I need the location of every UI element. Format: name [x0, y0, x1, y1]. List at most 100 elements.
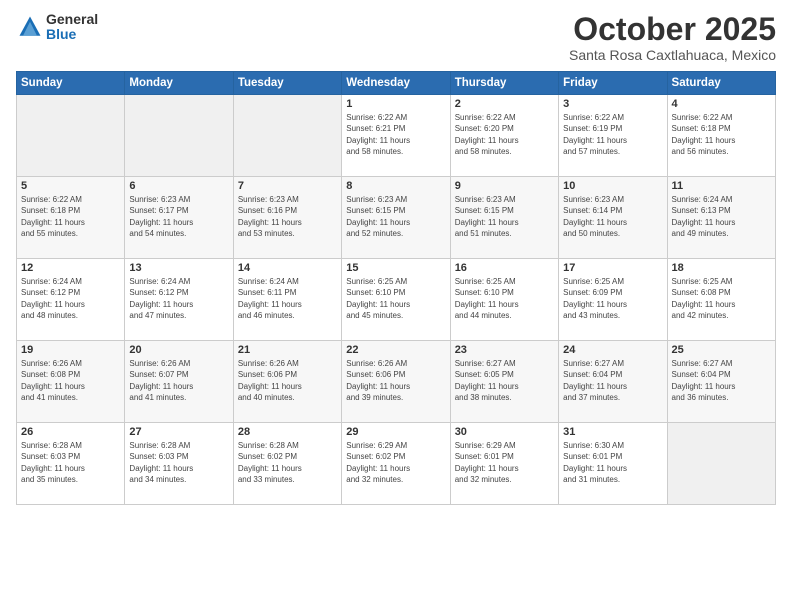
day-info: Sunrise: 6:28 AM Sunset: 6:02 PM Dayligh…: [238, 440, 337, 485]
day-info: Sunrise: 6:24 AM Sunset: 6:12 PM Dayligh…: [21, 276, 120, 321]
header-saturday: Saturday: [667, 72, 775, 95]
day-info: Sunrise: 6:29 AM Sunset: 6:01 PM Dayligh…: [455, 440, 554, 485]
calendar-cell: 1 Sunrise: 6:22 AM Sunset: 6:21 PM Daylig…: [342, 95, 450, 177]
calendar-cell: 13Sunrise: 6:24 AM Sunset: 6:12 PM Dayli…: [125, 259, 233, 341]
calendar-cell: 2Sunrise: 6:22 AM Sunset: 6:20 PM Daylig…: [450, 95, 558, 177]
month-title: October 2025: [569, 12, 776, 47]
calendar-cell: 26 Sunrise: 6:28 AM Sunset: 6:03 PM Dayli…: [17, 423, 125, 505]
day-number: 25: [672, 344, 771, 356]
day-number: 11: [672, 180, 771, 192]
day-info: Sunrise: 6:30 AM Sunset: 6:01 PM Dayligh…: [563, 440, 662, 485]
day-number: 14: [238, 262, 337, 274]
calendar-cell: 14 Sunrise: 6:24 AM Sunset: 6:11 PM Dayli…: [233, 259, 341, 341]
calendar-cell: 12 Sunrise: 6:24 AM Sunset: 6:12 PM Dayli…: [17, 259, 125, 341]
calendar-cell: 16Sunrise: 6:25 AM Sunset: 6:10 PM Dayli…: [450, 259, 558, 341]
day-number: 26: [21, 426, 120, 438]
day-number: 9: [455, 180, 554, 192]
logo: General Blue: [16, 12, 98, 43]
calendar-cell: 23Sunrise: 6:27 AM Sunset: 6:05 PM Dayli…: [450, 341, 558, 423]
day-info: Sunrise: 6:25 AM Sunset: 6:10 PM Dayligh…: [346, 276, 445, 321]
day-number: 29: [346, 426, 445, 438]
day-info: Sunrise: 6:25 AM Sunset: 6:09 PM Dayligh…: [563, 276, 662, 321]
day-number: 2: [455, 98, 554, 110]
calendar-cell: 30 Sunrise: 6:29 AM Sunset: 6:01 PM Dayli…: [450, 423, 558, 505]
day-info: Sunrise: 6:26 AM Sunset: 6:08 PM Dayligh…: [21, 358, 120, 403]
day-info: Sunrise: 6:28 AM Sunset: 6:03 PM Dayligh…: [21, 440, 120, 485]
calendar-cell: [667, 423, 775, 505]
logo-icon: [16, 13, 44, 41]
day-number: 28: [238, 426, 337, 438]
calendar-week-1: 1 Sunrise: 6:22 AM Sunset: 6:21 PM Daylig…: [17, 95, 776, 177]
day-number: 1: [346, 98, 445, 110]
day-info: Sunrise: 6:22 AM Sunset: 6:21 PM Dayligh…: [346, 112, 445, 157]
calendar-cell: 28 Sunrise: 6:28 AM Sunset: 6:02 PM Dayli…: [233, 423, 341, 505]
calendar-cell: 5 Sunrise: 6:22 AM Sunset: 6:18 PM Daylig…: [17, 177, 125, 259]
calendar-cell: 8 Sunrise: 6:23 AM Sunset: 6:15 PM Daylig…: [342, 177, 450, 259]
day-number: 22: [346, 344, 445, 356]
logo-blue-text: Blue: [46, 27, 98, 42]
calendar-cell: 4 Sunrise: 6:22 AM Sunset: 6:18 PM Daylig…: [667, 95, 775, 177]
day-info: Sunrise: 6:24 AM Sunset: 6:12 PM Dayligh…: [129, 276, 228, 321]
day-number: 19: [21, 344, 120, 356]
day-info: Sunrise: 6:27 AM Sunset: 6:04 PM Dayligh…: [563, 358, 662, 403]
day-info: Sunrise: 6:22 AM Sunset: 6:19 PM Dayligh…: [563, 112, 662, 157]
calendar-cell: 6Sunrise: 6:23 AM Sunset: 6:17 PM Daylig…: [125, 177, 233, 259]
calendar-cell: 7 Sunrise: 6:23 AM Sunset: 6:16 PM Daylig…: [233, 177, 341, 259]
day-info: Sunrise: 6:23 AM Sunset: 6:15 PM Dayligh…: [346, 194, 445, 239]
header-thursday: Thursday: [450, 72, 558, 95]
header-wednesday: Wednesday: [342, 72, 450, 95]
calendar-week-3: 12 Sunrise: 6:24 AM Sunset: 6:12 PM Dayli…: [17, 259, 776, 341]
day-number: 8: [346, 180, 445, 192]
calendar-cell: 29 Sunrise: 6:29 AM Sunset: 6:02 PM Dayli…: [342, 423, 450, 505]
calendar-cell: 24 Sunrise: 6:27 AM Sunset: 6:04 PM Dayli…: [559, 341, 667, 423]
calendar-cell: 15 Sunrise: 6:25 AM Sunset: 6:10 PM Dayli…: [342, 259, 450, 341]
title-block: October 2025 Santa Rosa Caxtlahuaca, Mex…: [569, 12, 776, 63]
calendar-cell: 22 Sunrise: 6:26 AM Sunset: 6:06 PM Dayli…: [342, 341, 450, 423]
day-info: Sunrise: 6:26 AM Sunset: 6:06 PM Dayligh…: [346, 358, 445, 403]
day-info: Sunrise: 6:29 AM Sunset: 6:02 PM Dayligh…: [346, 440, 445, 485]
day-info: Sunrise: 6:25 AM Sunset: 6:10 PM Dayligh…: [455, 276, 554, 321]
day-info: Sunrise: 6:22 AM Sunset: 6:18 PM Dayligh…: [672, 112, 771, 157]
header-friday: Friday: [559, 72, 667, 95]
day-number: 27: [129, 426, 228, 438]
logo-general-text: General: [46, 12, 98, 27]
day-number: 15: [346, 262, 445, 274]
page: General Blue October 2025 Santa Rosa Cax…: [0, 0, 792, 612]
day-number: 10: [563, 180, 662, 192]
day-info: Sunrise: 6:24 AM Sunset: 6:13 PM Dayligh…: [672, 194, 771, 239]
header-tuesday: Tuesday: [233, 72, 341, 95]
calendar-cell: 18 Sunrise: 6:25 AM Sunset: 6:08 PM Dayli…: [667, 259, 775, 341]
day-info: Sunrise: 6:23 AM Sunset: 6:15 PM Dayligh…: [455, 194, 554, 239]
calendar-week-4: 19 Sunrise: 6:26 AM Sunset: 6:08 PM Dayli…: [17, 341, 776, 423]
calendar-cell: [125, 95, 233, 177]
day-number: 24: [563, 344, 662, 356]
calendar-cell: 10 Sunrise: 6:23 AM Sunset: 6:14 PM Dayli…: [559, 177, 667, 259]
day-info: Sunrise: 6:24 AM Sunset: 6:11 PM Dayligh…: [238, 276, 337, 321]
day-info: Sunrise: 6:25 AM Sunset: 6:08 PM Dayligh…: [672, 276, 771, 321]
calendar-cell: 20Sunrise: 6:26 AM Sunset: 6:07 PM Dayli…: [125, 341, 233, 423]
day-info: Sunrise: 6:27 AM Sunset: 6:05 PM Dayligh…: [455, 358, 554, 403]
calendar-cell: 31 Sunrise: 6:30 AM Sunset: 6:01 PM Dayli…: [559, 423, 667, 505]
day-info: Sunrise: 6:23 AM Sunset: 6:16 PM Dayligh…: [238, 194, 337, 239]
calendar-cell: 19 Sunrise: 6:26 AM Sunset: 6:08 PM Dayli…: [17, 341, 125, 423]
day-number: 20: [129, 344, 228, 356]
day-number: 30: [455, 426, 554, 438]
day-info: Sunrise: 6:22 AM Sunset: 6:18 PM Dayligh…: [21, 194, 120, 239]
calendar-cell: 3Sunrise: 6:22 AM Sunset: 6:19 PM Daylig…: [559, 95, 667, 177]
logo-text: General Blue: [46, 12, 98, 43]
day-info: Sunrise: 6:23 AM Sunset: 6:17 PM Dayligh…: [129, 194, 228, 239]
day-number: 18: [672, 262, 771, 274]
day-number: 7: [238, 180, 337, 192]
day-info: Sunrise: 6:27 AM Sunset: 6:04 PM Dayligh…: [672, 358, 771, 403]
day-number: 4: [672, 98, 771, 110]
day-info: Sunrise: 6:26 AM Sunset: 6:06 PM Dayligh…: [238, 358, 337, 403]
day-number: 31: [563, 426, 662, 438]
header-sunday: Sunday: [17, 72, 125, 95]
day-number: 12: [21, 262, 120, 274]
day-info: Sunrise: 6:23 AM Sunset: 6:14 PM Dayligh…: [563, 194, 662, 239]
calendar-cell: 17Sunrise: 6:25 AM Sunset: 6:09 PM Dayli…: [559, 259, 667, 341]
header: General Blue October 2025 Santa Rosa Cax…: [16, 12, 776, 63]
day-number: 5: [21, 180, 120, 192]
calendar-cell: [17, 95, 125, 177]
day-number: 21: [238, 344, 337, 356]
